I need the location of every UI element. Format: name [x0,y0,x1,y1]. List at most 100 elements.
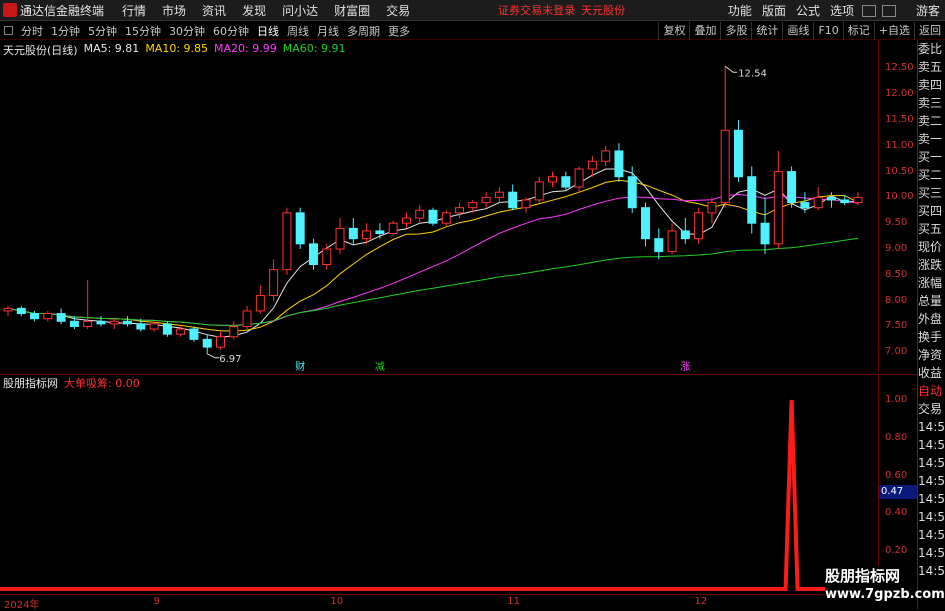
menu-layout[interactable]: 版面 [757,2,791,19]
period-tab-more[interactable]: 更多 [384,23,414,39]
right-menu: 功能 版面 公式 选项 游客 [723,0,945,21]
indicator-line [0,399,878,591]
candle-body [255,294,265,312]
period-tabs: 分时 1分钟 5分钟 15分钟 30分钟 60分钟 日线 周线 月线 多周期 更… [17,22,414,39]
menu-discover[interactable]: 发现 [234,2,274,19]
period-tab-60min[interactable]: 60分钟 [209,23,253,39]
side-label: 买五 [918,222,943,236]
candle-body [641,207,650,240]
menu-wealth[interactable]: 财富圈 [326,2,378,19]
candle-body [362,230,372,240]
price-tick: 8.00 [885,294,908,306]
candle-body [216,336,225,348]
app-logo-icon [3,3,17,17]
tick-time: 14:56 [918,528,945,542]
legend-stock-name[interactable]: 天元股份(日线) [3,42,78,58]
candle-body [667,230,677,253]
indicator-chart[interactable] [0,374,878,594]
side-tab[interactable]: 交易 [918,400,945,418]
menu-formula[interactable]: 公式 [791,2,825,19]
side-label: 净资 [918,348,943,362]
candle-body [16,307,26,315]
side-tab[interactable]: 自动 [918,382,945,400]
login-notice[interactable]: 证券交易未登录 [498,2,575,18]
price-tick: 7.00 [885,346,908,358]
side-label: 现价 [918,240,943,254]
period-tab-30min[interactable]: 30分钟 [165,23,209,39]
tool-f10[interactable]: F10 [813,22,842,40]
watermark-url: www.7gpzb.com [825,587,945,602]
side-label: 收益 [918,366,943,380]
panel-toggle-icon[interactable] [4,26,13,35]
tool-mark[interactable]: 标记 [842,22,874,40]
side-label: 卖二 [918,114,943,128]
menu-quotes[interactable]: 行情 [114,2,154,19]
candle-body [388,222,398,235]
window-restore-icon[interactable] [861,4,876,17]
high-price-label: 12.54 [738,68,767,79]
candle-body [441,212,451,224]
sub-legend-indicator: 大单吸筹: 0.00 [64,377,140,390]
candle-body [720,129,730,204]
side-label: 换手 [918,330,943,344]
period-tab-timeshare[interactable]: 分时 [17,23,47,39]
tool-adjust[interactable]: 复权 [658,22,689,40]
menu-market[interactable]: 市场 [154,2,194,19]
candle-body [455,207,465,214]
tool-draw[interactable]: 画线 [782,22,813,40]
candle-body [69,320,79,327]
period-tab-multi[interactable]: 多周期 [343,23,384,39]
price-tick: 11.50 [885,113,914,125]
candle-body [109,320,119,325]
period-tab-5min[interactable]: 5分钟 [84,23,121,39]
date-tick: 9 [153,596,160,607]
app-title: 通达信金融终端 [20,3,105,18]
side-label: 涨跌 [918,258,943,272]
window-maximize-icon[interactable] [881,4,896,17]
candle-body [707,202,717,214]
tick-time: 14:56 [918,438,945,452]
candle-body [149,323,159,330]
indicator-tick: 0.40 [885,507,908,519]
candle-body [375,230,385,235]
tick-time: 14:56 [918,456,945,470]
side-label: 买四 [918,204,943,218]
menu-function[interactable]: 功能 [723,2,757,19]
tick-time: 14:56 [918,564,945,578]
tool-back[interactable]: 返回 [914,22,945,40]
tool-multi-stock[interactable]: 多股 [720,22,751,40]
period-tab-daily[interactable]: 日线 [253,22,283,39]
candle-body [189,328,199,340]
candle-body [574,168,584,188]
period-tab-1min[interactable]: 1分钟 [47,23,84,39]
candle-body [481,196,491,204]
menu-ask[interactable]: 问小达 [274,2,326,19]
period-tab-weekly[interactable]: 周线 [283,23,313,39]
period-tab-15min[interactable]: 15分钟 [121,23,165,39]
candle-body [308,243,318,265]
candle-body [202,338,212,348]
indicator-tick: 0.60 [885,469,908,481]
quote-side-panel: 委比 卖五 卖四 卖三 卖二 卖一 买一 买二 买三 买四 买五 现价 涨跌 涨幅 总量 外盘 换手 净资 收益 自动… [917,40,945,609]
kline-chart[interactable]: 12.54 6.97 财 减 涨 [0,40,878,372]
tick-time: 14:56 [918,510,945,524]
candle-body [587,160,597,170]
high-marker [724,65,738,73]
period-tab-monthly[interactable]: 月线 [313,23,343,39]
indicator-tick: 0.20 [885,545,908,557]
sub-legend-name[interactable]: 股朋指标网 [3,375,58,391]
candle-body [123,320,133,325]
menu-trade[interactable]: 交易 [378,2,418,19]
side-label: 买三 [918,186,943,200]
candle-body [43,313,53,320]
tick-time: 14:56 [918,492,945,506]
tool-stats[interactable]: 统计 [751,22,782,40]
guest-label[interactable]: 游客 [911,2,945,19]
tool-add-watchlist[interactable]: +自选 [873,22,914,40]
date-axis: 2024年91011121 [0,594,878,611]
side-label: 卖五 [918,60,943,74]
tool-overlay[interactable]: 叠加 [689,22,720,40]
menu-options[interactable]: 选项 [825,2,859,19]
indicator-tick: 0.80 [885,431,908,443]
menu-news[interactable]: 资讯 [194,2,234,19]
